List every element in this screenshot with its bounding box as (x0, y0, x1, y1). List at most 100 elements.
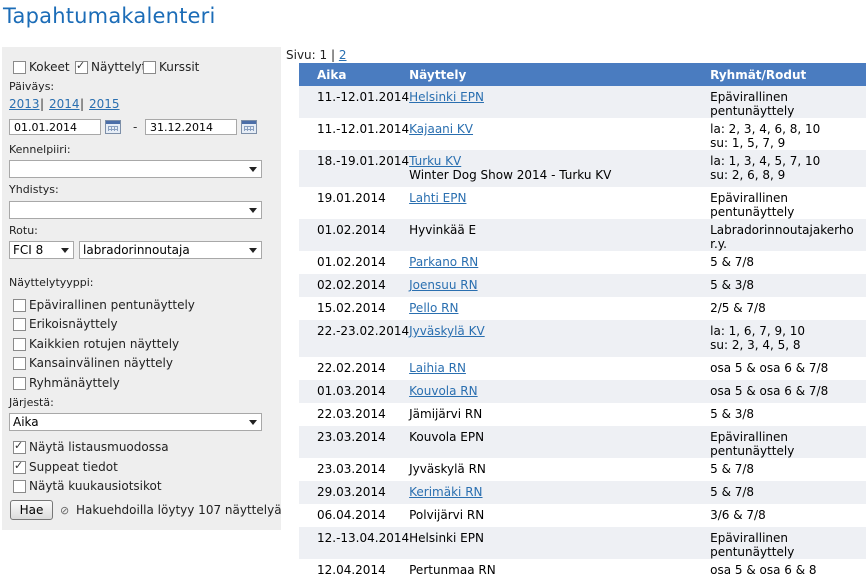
filter-kokeet[interactable]: Kokeet (13, 60, 70, 74)
event-name-link[interactable]: Jyväskylä KV (409, 324, 485, 338)
sort-value: Aika (13, 415, 39, 429)
event-groups-line: Epävirallinen pentunäyttely (710, 191, 795, 219)
event-cell: Kouvola RN (409, 380, 711, 403)
table-header: Aika Näyttely Ryhmät/Rodut (299, 63, 866, 86)
event-cell: Turku KV Winter Dog Show 2014 - Turku KV (409, 150, 711, 187)
show-type-checkbox[interactable] (13, 317, 26, 331)
event-name-link[interactable]: Lahti EPN (409, 191, 466, 205)
column-header-groups[interactable]: Ryhmät/Rodut (710, 63, 866, 86)
show-type-checkbox[interactable] (13, 356, 26, 370)
show-type-option[interactable]: Kaikkien rotujen näyttely (13, 337, 179, 351)
option-listausmuoto[interactable]: Näytä listausmuodossa (13, 439, 169, 454)
chevron-down-icon (249, 167, 257, 172)
event-date: 22.02.2014 (317, 361, 386, 375)
event-groups: osa 5 & osa 6 & 7/8 (710, 380, 866, 403)
date-to-input[interactable]: 31.12.2014 (145, 119, 237, 135)
option-suppeat[interactable]: Suppeat tiedot (13, 459, 118, 474)
table-row: 22.03.2014 Jämijärvi RN 5 & 3/8 (299, 403, 866, 426)
table-row: 11.-12.01.2014 Kajaani KV la: 2, 3, 4, 6, … (299, 118, 866, 150)
option-kuukausiotsikot[interactable]: Näytä kuukausiotsikot (13, 479, 162, 493)
show-type-checkbox[interactable] (13, 337, 26, 351)
event-cell: Kouvola EPN (409, 426, 711, 458)
option-checkbox[interactable] (13, 439, 26, 454)
year-separator: | (80, 97, 85, 111)
search-button[interactable]: Hae (10, 500, 53, 520)
event-date: 01.03.2014 (299, 380, 410, 403)
yhdistys-select[interactable] (9, 201, 262, 219)
year-link-2013[interactable]: 2013 (9, 97, 40, 111)
table-row: 15.02.2014 Pello RN 2/5 & 7/8 (299, 297, 866, 320)
event-name-link[interactable]: Pello RN (409, 301, 458, 315)
sort-select[interactable]: Aika (9, 413, 262, 431)
event-groups: 5 & 3/8 (710, 403, 866, 426)
event-groups-line: 3/6 & 7/8 (710, 508, 766, 522)
filter-nayttelyt[interactable]: Näyttelyt (75, 59, 146, 74)
year-link-2014[interactable]: 2014 (49, 97, 80, 111)
option-label: Suppeat tiedot (29, 460, 118, 474)
kurssit-checkbox[interactable] (143, 60, 156, 74)
filter-kurssit[interactable]: Kurssit (143, 60, 199, 74)
event-date: 12.-13.04.2014 (299, 527, 410, 559)
event-cell: Helsinki EPN (409, 527, 711, 559)
event-groups-line: osa 5 & osa 6 & 7/8 (710, 361, 829, 375)
event-name-link[interactable]: Parkano RN (409, 255, 478, 269)
show-type-option[interactable]: Erikoisnäyttely (13, 317, 118, 331)
nayttelyt-checkbox[interactable] (75, 59, 88, 74)
show-type-option[interactable]: Ryhmänäyttely (13, 376, 120, 390)
show-type-option[interactable]: Epävirallinen pentunäyttely (13, 298, 195, 312)
event-name: Jyväskylä RN (409, 462, 486, 476)
event-groups: 5 & 7/8 (710, 481, 866, 504)
event-name-link[interactable]: Kouvola RN (409, 384, 477, 398)
event-groups-line: Epävirallinen pentunäyttely (710, 531, 795, 559)
pager-next-link[interactable]: 2 (339, 48, 347, 62)
column-header-show[interactable]: Näyttely (409, 63, 711, 86)
event-name-link[interactable]: Laihia RN (409, 361, 466, 375)
event-name-link[interactable]: Kajaani KV (409, 122, 473, 136)
kokeet-checkbox[interactable] (13, 60, 26, 74)
events-table: Aika Näyttely Ryhmät/Rodut 11.-12.01.201… (299, 63, 866, 582)
event-name-link[interactable]: Kerimäki RN (409, 485, 482, 499)
event-groups: la: 1, 3, 4, 5, 7, 10 su: 2, 6, 8, 9 (710, 150, 866, 187)
calendar-icon[interactable] (105, 120, 121, 134)
calendar-icon[interactable] (241, 120, 257, 134)
event-date: 23.03.2014 (299, 426, 410, 458)
event-name-link[interactable]: Helsinki EPN (409, 90, 484, 104)
table-row: 19.01.2014 Lahti EPN Epävirallinen pentunä… (299, 187, 866, 219)
event-date: 01.02.2014 (317, 255, 386, 269)
event-name-link[interactable]: Turku KV (409, 154, 461, 168)
option-checkbox[interactable] (13, 479, 26, 493)
option-checkbox[interactable] (13, 459, 26, 474)
event-cell: Jyväskylä KV (409, 320, 711, 357)
show-type-label: Erikoisnäyttely (29, 317, 118, 331)
show-type-checkbox[interactable] (13, 376, 26, 390)
event-groups-line: su: 1, 5, 7, 9 (710, 136, 786, 150)
kennelpiiri-select[interactable] (9, 160, 262, 178)
event-cell: Lahti EPN (409, 187, 710, 219)
event-groups: Labradorinnoutajakerho r.y. (710, 219, 866, 251)
event-name: Kouvola EPN (409, 430, 485, 444)
column-header-time[interactable]: Aika (299, 63, 410, 86)
show-type-option[interactable]: Kansainvälinen näyttely (13, 356, 173, 370)
table-row: 01.03.2014 Kouvola RN osa 5 & osa 6 & 7/8 (299, 380, 866, 403)
event-groups: Epävirallinen pentunäyttely (710, 527, 866, 559)
breed-select[interactable]: labradorinnoutaja (79, 241, 262, 259)
show-type-checkbox[interactable] (13, 298, 26, 312)
event-name-link[interactable]: Joensuu RN (409, 278, 477, 292)
event-groups: Epävirallinen pentunäyttely (710, 86, 866, 118)
year-link-2015[interactable]: 2015 (89, 97, 120, 111)
kurssit-label: Kurssit (159, 60, 200, 74)
paivays-label: Päiväys: (9, 80, 55, 93)
event-groups-line: 5 & 3/8 (710, 407, 755, 421)
fci-group-select[interactable]: FCI 8 (9, 241, 74, 259)
table-row: 29.03.2014 Kerimäki RN 5 & 7/8 (299, 481, 866, 504)
filter-panel: Kokeet Näyttelyt Kurssit Päiväys: 2013 |… (2, 47, 281, 530)
event-date: 19.01.2014 (317, 191, 386, 205)
yhdistys-label: Yhdistys: (9, 183, 59, 196)
event-groups-line: 5 & 3/8 (710, 278, 755, 292)
date-from-input[interactable]: 01.01.2014 (9, 119, 101, 135)
kokeet-label: Kokeet (29, 60, 70, 74)
event-groups-line: la: 1, 6, 7, 9, 10 (710, 324, 805, 338)
table-row: 12.04.2014 Pertunmaa RN osa 5 & osa 6 & 8 (299, 559, 866, 582)
event-cell: Hyvinkää E (409, 219, 711, 251)
date-range-dash: - (133, 120, 138, 134)
